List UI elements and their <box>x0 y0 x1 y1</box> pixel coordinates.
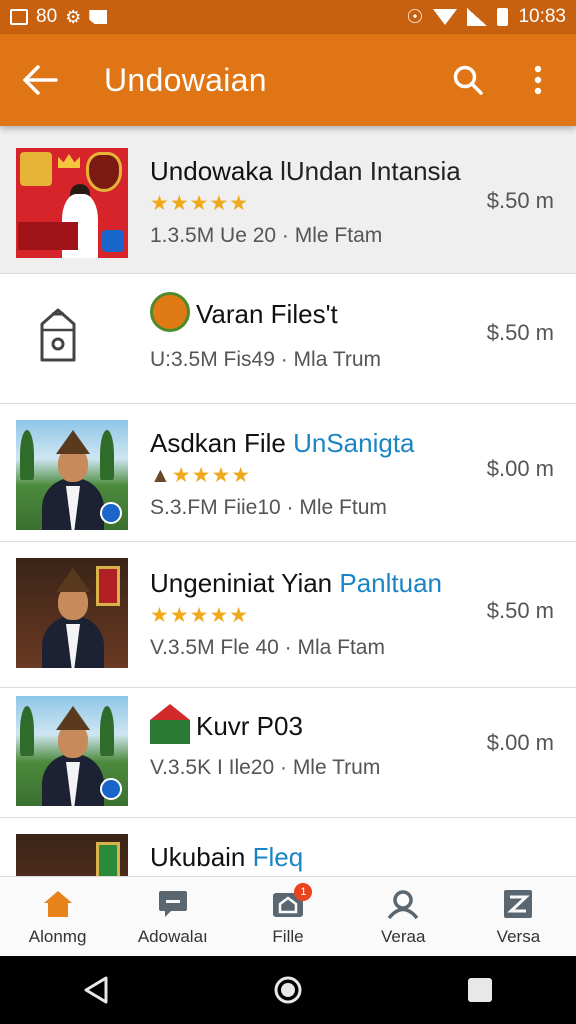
item-thumbnail <box>16 148 128 258</box>
signal-icon <box>467 8 488 26</box>
overflow-menu-button[interactable] <box>518 60 558 100</box>
item-thumbnail <box>16 834 128 876</box>
item-price: $.50 m <box>486 598 554 623</box>
list-item[interactable]: Ungeniniat Yian Panltuan ★★★★★ V.3.5M Fl… <box>0 542 576 688</box>
app-bar: Undowaian <box>0 34 576 126</box>
item-price: $.50 m <box>486 188 554 213</box>
list-item[interactable]: Asdkan File UnSanigta ▲★★★★ S.3.FM Fiie1… <box>0 404 576 542</box>
page-title: Undowaian <box>104 61 267 98</box>
notification-badge: 1 <box>294 883 313 901</box>
status-left-text: 80 <box>36 6 58 27</box>
item-meta: V.3.5K I Ile20 · Mle Trum <box>150 756 381 779</box>
nav-label: Versa <box>496 926 541 946</box>
triangle-back-icon <box>84 976 108 1004</box>
list-item[interactable]: Ukubain Fleq <box>0 818 576 876</box>
system-back-button[interactable] <box>74 968 118 1012</box>
nav-item-person[interactable]: Veraa <box>346 877 461 956</box>
list-item[interactable]: Varan Files't U:3.5M Fis49 · Mla Trum $.… <box>0 274 576 404</box>
file-list[interactable]: Undowaka lUndan Intansia ★★★★★ 1.3.5M Ue… <box>0 126 576 876</box>
rating-stars: ★★★★★ <box>150 604 250 627</box>
back-button[interactable] <box>18 58 62 102</box>
rating-stars: ★★★★★ <box>150 192 250 215</box>
status-bar: 80 ⚙ ☉ 10:83 <box>0 0 576 34</box>
arrow-left-icon <box>23 65 58 95</box>
lantern-icon <box>40 308 76 362</box>
nav-item-home[interactable]: Alonmg <box>0 877 115 956</box>
system-recents-button[interactable] <box>458 968 502 1012</box>
item-meta: V.3.5M Fle 40 · Mla Ftam <box>150 636 385 659</box>
wifi-icon <box>433 9 458 25</box>
nav-label: Alonmg <box>28 926 87 946</box>
search-button[interactable] <box>448 60 488 100</box>
rating-stars: ▲★★★★ <box>150 464 252 487</box>
item-price: $.50 m <box>486 320 554 345</box>
item-name: Kuvr P03 <box>150 704 476 748</box>
square-recents-icon <box>468 978 492 1002</box>
home-icon <box>40 887 76 921</box>
battery-icon <box>497 8 509 26</box>
notification-icon <box>10 9 28 25</box>
item-name: Undowaka lUndan Intansia <box>150 156 461 186</box>
item-thumbnail <box>16 420 128 530</box>
list-item[interactable]: Kuvr P03 V.3.5K I Ile20 · Mle Trum $.00 … <box>0 688 576 818</box>
edit-icon <box>500 887 536 921</box>
item-price: $.00 m <box>486 456 554 481</box>
nav-label: Veraa <box>380 926 426 946</box>
nav-item-file[interactable]: 1 Fille <box>230 877 345 956</box>
settings-icon: ⚙ <box>65 6 82 27</box>
chat-icon <box>155 887 191 921</box>
circle-home-icon <box>274 976 302 1004</box>
item-name: Varan Files't <box>150 292 476 336</box>
item-thumbnail <box>16 558 128 668</box>
flag-icon <box>89 10 108 24</box>
item-price: $.00 m <box>486 730 554 755</box>
item-meta: S.3.FM Fiie10 · Mle Ftum <box>150 496 387 519</box>
search-icon <box>453 65 483 95</box>
item-meta: 1.3.5M Ue 20 · Mle Ftam <box>150 224 383 247</box>
item-thumbnail <box>16 696 128 806</box>
nav-label: Fille <box>272 926 304 946</box>
list-item[interactable]: Undowaka lUndan Intansia ★★★★★ 1.3.5M Ue… <box>0 126 576 274</box>
system-navigation-bar <box>0 956 576 1024</box>
nav-item-chat[interactable]: Adowalaı <box>115 877 230 956</box>
brand-logo-icon <box>150 292 190 332</box>
item-name: Ukubain Fleq <box>150 842 304 872</box>
vibrate-icon: ☉ <box>406 6 424 28</box>
status-time: 10:83 <box>518 6 566 27</box>
nav-label: Adowalaı <box>137 926 208 946</box>
nav-item-edit[interactable]: Versa <box>461 877 576 956</box>
item-name: Asdkan File UnSanigta <box>150 428 415 458</box>
item-name: Ungeniniat Yian Panltuan <box>150 568 443 598</box>
house-logo-icon <box>150 704 190 744</box>
item-meta: U:3.5M Fis49 · Mla Trum <box>150 348 382 371</box>
bottom-navigation: Alonmg Adowalaı 1 Fille Veraa Versa <box>0 876 576 956</box>
more-vert-icon <box>534 65 542 95</box>
system-home-button[interactable] <box>266 968 310 1012</box>
item-thumbnail <box>34 306 114 416</box>
person-icon <box>385 887 421 921</box>
